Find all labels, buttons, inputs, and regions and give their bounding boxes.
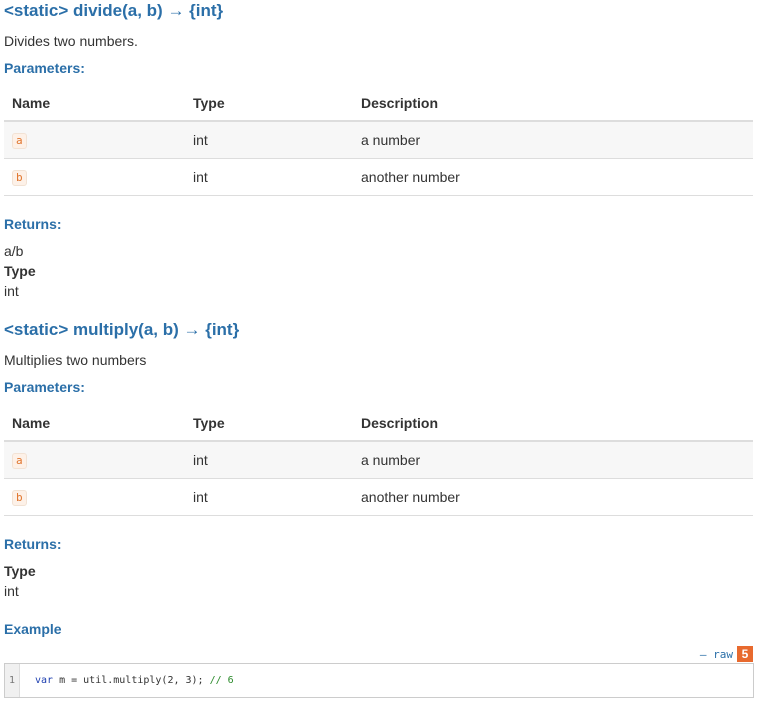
- column-header-name: Name: [4, 86, 193, 122]
- column-header-type: Type: [193, 86, 361, 122]
- param-name: a: [12, 133, 27, 149]
- column-header-name: Name: [4, 406, 193, 442]
- method-description-divide: Divides two numbers.: [4, 33, 138, 49]
- param-description: another number: [361, 158, 753, 196]
- example-heading: Example: [4, 621, 62, 637]
- parameters-heading-divide: Parameters:: [4, 60, 85, 76]
- param-type: int: [193, 441, 361, 479]
- method-description-multiply: Multiplies two numbers: [4, 352, 147, 368]
- params-table-multiply: Name Type Description a int a number b i…: [4, 406, 753, 516]
- table-row: b int another number: [4, 158, 753, 196]
- param-description: a number: [361, 121, 753, 159]
- type-label-divide: Type: [4, 263, 36, 279]
- param-name: b: [12, 490, 27, 506]
- method-signature-multiply: <static> multiply(a, b) → {int}: [4, 320, 240, 339]
- method-signature-divide: <static> divide(a, b) → {int}: [4, 1, 224, 20]
- params-table-divide: Name Type Description a int a number b i…: [4, 86, 753, 196]
- returns-heading-divide: Returns:: [4, 216, 62, 232]
- returns-value-divide: a/b: [4, 243, 24, 259]
- param-type: int: [193, 121, 361, 159]
- column-header-description: Description: [361, 86, 753, 122]
- type-value-multiply: int: [4, 583, 19, 599]
- type-label-multiply: Type: [4, 563, 36, 579]
- code-keyword: var: [35, 675, 54, 686]
- table-row: a int a number: [4, 121, 753, 159]
- type-value-divide: int: [4, 283, 19, 299]
- column-header-description: Description: [361, 406, 753, 442]
- returns-heading-multiply: Returns:: [4, 536, 62, 552]
- code-comment: // 6: [209, 675, 234, 686]
- code-block: 1 var m = util.multiply(2, 3); // 6: [4, 663, 754, 698]
- param-description: another number: [361, 478, 753, 516]
- html5-icon[interactable]: 5: [737, 646, 753, 662]
- table-row: b int another number: [4, 478, 753, 516]
- param-type: int: [193, 478, 361, 516]
- code-line: var m = util.multiply(2, 3); // 6: [20, 675, 234, 686]
- raw-link[interactable]: – raw: [700, 648, 733, 661]
- code-toolbar: – raw 5: [700, 646, 753, 662]
- line-number: 1: [5, 664, 20, 697]
- table-row: a int a number: [4, 441, 753, 479]
- code-statement: m = util.multiply(2, 3);: [53, 675, 210, 686]
- param-name: a: [12, 453, 27, 469]
- parameters-heading-multiply: Parameters:: [4, 379, 85, 395]
- param-description: a number: [361, 441, 753, 479]
- param-type: int: [193, 158, 361, 196]
- column-header-type: Type: [193, 406, 361, 442]
- param-name: b: [12, 170, 27, 186]
